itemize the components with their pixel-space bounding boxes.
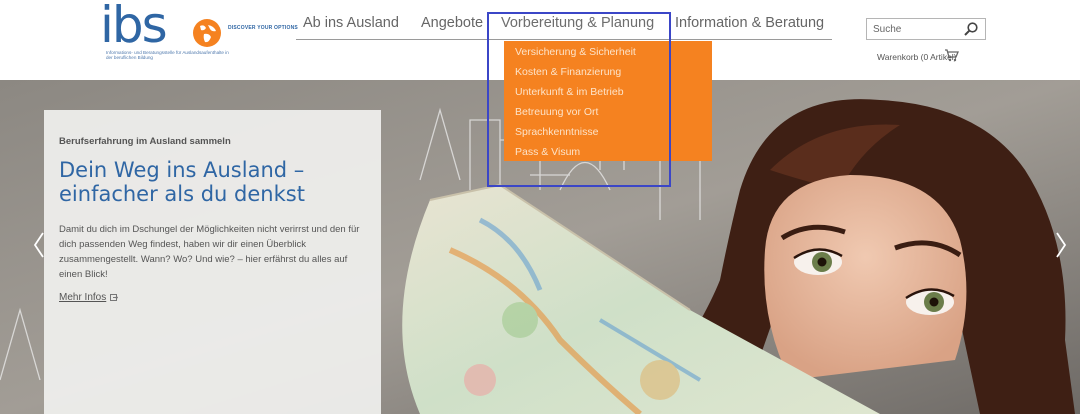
dropdown-item-sprachkenntnisse[interactable]: Sprachkenntnisse (504, 123, 712, 143)
more-info-link[interactable]: Mehr Infos (59, 292, 119, 303)
logo-claim: DISCOVER YOUR OPTIONS (228, 25, 298, 31)
dropdown-item-unterkunft[interactable]: Unterkunft & im Betrieb (504, 83, 712, 103)
dropdown-item-kosten[interactable]: Kosten & Finanzierung (504, 63, 712, 83)
search-input[interactable] (873, 22, 957, 37)
nav-ab-ins-ausland[interactable]: Ab ins Ausland (303, 15, 399, 31)
more-info-label: Mehr Infos (59, 292, 107, 303)
main-navigation: Ab ins Ausland Angebote Vorbereitung & P… (296, 14, 832, 40)
dropdown-item-versicherung[interactable]: Versicherung & Sicherheit (504, 43, 712, 63)
nav-information-beratung[interactable]: Information & Beratung (675, 15, 824, 31)
nav-dropdown-vorbereitung: Versicherung & Sicherheit Kosten & Finan… (504, 41, 712, 161)
teaser-text: Damit du dich im Dschungel der Möglichke… (59, 224, 360, 280)
ibs-logo[interactable]: ibs DISCOVER YOUR OPTIONS Informations- … (100, 0, 298, 68)
dropdown-item-betreuung[interactable]: Betreuung vor Ort (504, 103, 712, 123)
teaser-kicker: Berufserfahrung im Ausland sammeln (59, 136, 231, 147)
cart-icon[interactable] (944, 48, 959, 62)
logo-subline: Informations- und Beratungsstelle für Au… (106, 50, 229, 61)
nav-vorbereitung-planung[interactable]: Vorbereitung & Planung (501, 15, 654, 31)
search-icon[interactable] (963, 21, 979, 37)
search-box (866, 18, 986, 40)
nav-angebote[interactable]: Angebote (421, 15, 483, 31)
teaser-title: Dein Weg ins Ausland – einfacher als du … (59, 158, 305, 206)
teaser-card: Berufserfahrung im Ausland sammeln Dein … (44, 110, 381, 414)
chevron-right-icon[interactable] (1054, 230, 1068, 260)
dropdown-item-pass-visum[interactable]: Pass & Visum (504, 143, 712, 163)
globe-icon (193, 19, 221, 47)
logo-wordmark: ibs (100, 0, 168, 54)
external-link-icon (110, 293, 119, 301)
